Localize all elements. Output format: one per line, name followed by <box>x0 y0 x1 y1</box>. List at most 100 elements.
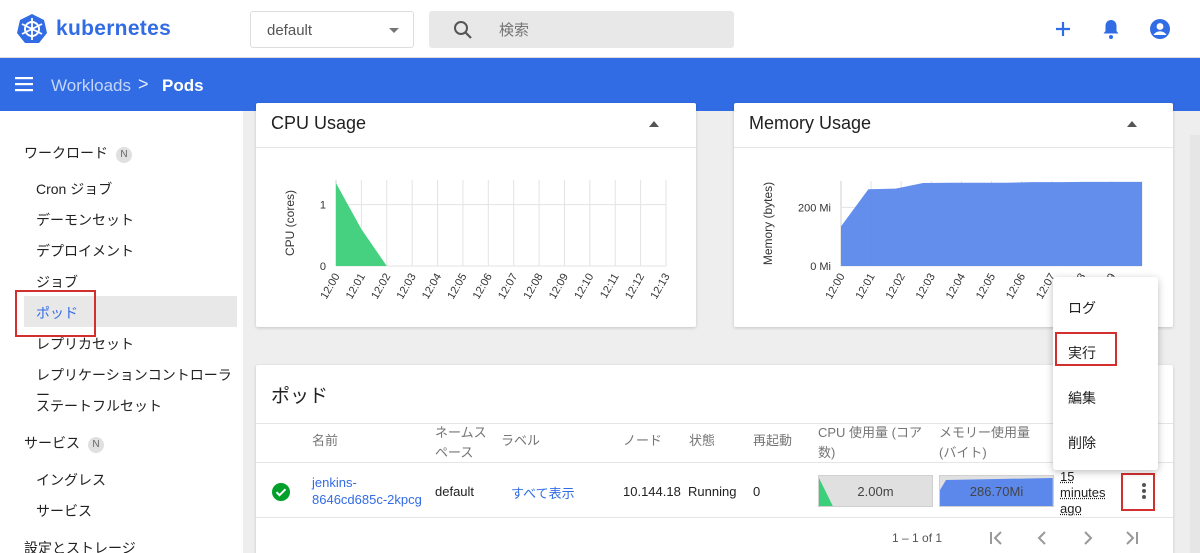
x-tick-label: 12:02 <box>369 272 393 302</box>
plus-icon[interactable] <box>1051 17 1075 41</box>
pod-status: Running <box>688 484 736 499</box>
y-tick-label: 200 Mi <box>798 202 831 214</box>
y-tick-label: 0 Mi <box>810 261 831 273</box>
y-tick-label: 1 <box>320 200 326 212</box>
breadcrumb-workloads[interactable]: Workloads <box>51 76 131 96</box>
pod-node[interactable]: 10.144.18 <box>623 484 683 499</box>
sidebar-item-services[interactable]: サービス <box>36 501 92 521</box>
column-header-cpu: CPU 使用量 (コア数) <box>818 423 928 463</box>
kubernetes-logo-icon[interactable] <box>16 13 48 45</box>
x-tick-label: 12:10 <box>572 272 596 302</box>
x-tick-label: 12:02 <box>884 272 908 302</box>
sidebar-category-label: ワークロード <box>24 145 108 161</box>
sidebar-item-deployments[interactable]: デプロイメント <box>36 241 134 261</box>
cpu-card-title: CPU Usage <box>271 113 366 134</box>
previous-page-icon[interactable] <box>1030 526 1054 550</box>
cpu-chart-grid <box>336 180 666 266</box>
brand-name[interactable]: kubernetes <box>56 17 171 41</box>
pod-name-link[interactable]: jenkins-8646cd685c-2kpcg <box>312 474 430 508</box>
menu-item-logs[interactable]: ログ <box>1068 298 1096 318</box>
check-circle-icon <box>272 483 290 501</box>
x-tick-label: 12:04 <box>944 272 968 302</box>
memory-chart-area <box>841 182 1142 266</box>
menu-item-exec[interactable]: 実行 <box>1068 343 1096 363</box>
y-tick-label: 0 <box>320 261 326 273</box>
sidebar-category-workloads[interactable]: ワークロード N <box>24 143 132 163</box>
cpu-chart-area <box>336 183 666 266</box>
sidebar-item-pods[interactable]: ポッド <box>36 303 78 323</box>
cpu-chart: 0112:00 12:01 12:02 12:03 12:04 12:05 12:06 12:… <box>256 148 696 327</box>
search-input[interactable] <box>499 18 719 42</box>
pod-age: 15 minutes ago <box>1060 469 1114 517</box>
search-box[interactable] <box>429 11 734 48</box>
namespace-badge: N <box>116 147 132 163</box>
x-tick-label: 12:03 <box>914 272 938 302</box>
sidebar-item-statefulsets[interactable]: ステートフルセット <box>36 396 162 416</box>
namespace-select[interactable]: default <box>250 11 414 48</box>
cpu-usage-sparkline: 2.00m <box>818 475 933 507</box>
account-icon[interactable] <box>1148 17 1172 41</box>
column-header-name[interactable]: 名前 <box>312 431 338 451</box>
table-divider <box>256 462 1173 463</box>
pod-namespace: default <box>435 484 474 499</box>
sidebar-item-ingresses[interactable]: イングレス <box>36 470 106 490</box>
scrollbar[interactable] <box>1190 135 1200 553</box>
menu-icon[interactable] <box>14 74 36 94</box>
pods-table-card: ポッド 名前 ネームスペース ラベル ノード 状態 再起動 CPU 使用量 (コ… <box>256 365 1173 553</box>
menu-item-delete[interactable]: 削除 <box>1068 433 1096 453</box>
cpu-usage-value: 2.00m <box>819 484 932 499</box>
sidebar-category-label: サービス <box>24 435 80 451</box>
sidebar-category-services[interactable]: サービス N <box>24 433 104 453</box>
x-tick-label: 12:06 <box>1004 272 1028 302</box>
sidebar-item-cronjobs[interactable]: Cron ジョブ <box>36 179 112 199</box>
next-page-icon[interactable] <box>1076 526 1100 550</box>
memory-usage-sparkline: 286.70Mi <box>939 475 1054 507</box>
x-tick-label: 12:07 <box>496 272 520 302</box>
x-tick-label: 12:03 <box>395 272 419 302</box>
last-page-icon[interactable] <box>1120 526 1144 550</box>
pods-table-title: ポッド <box>271 381 328 408</box>
breadcrumb-pods: Pods <box>162 76 204 96</box>
collapse-icon[interactable] <box>1127 121 1137 127</box>
column-header-namespace[interactable]: ネームスペース <box>435 423 493 463</box>
pagination-range: 1 – 1 of 1 <box>892 531 942 545</box>
first-page-icon[interactable] <box>984 526 1008 550</box>
column-header-node: ノード <box>623 431 662 451</box>
cpu-chart-y-axis-label: CPU (cores) <box>283 190 297 256</box>
cpu-usage-card: CPU Usage 0 1 12:00 12:01 12:02 12:03 12:04 12:… <box>256 103 696 327</box>
x-tick-label: 12:06 <box>471 272 495 302</box>
more-vert-icon[interactable] <box>1133 479 1155 503</box>
search-icon <box>453 20 473 40</box>
x-tick-label: 12:01 <box>854 272 878 302</box>
x-tick-label: 12:00 <box>318 272 342 302</box>
sidebar-item-daemonsets[interactable]: デーモンセット <box>36 210 134 230</box>
breadcrumb-separator: > <box>138 74 149 95</box>
x-tick-label: 12:05 <box>445 272 469 302</box>
collapse-icon[interactable] <box>649 121 659 127</box>
namespace-badge: N <box>88 437 104 453</box>
x-tick-label: 12:11 <box>598 272 622 301</box>
column-header-restarts: 再起動 <box>753 431 792 451</box>
sidebar-item-replicasets[interactable]: レプリカセット <box>36 334 134 354</box>
menu-item-edit[interactable]: 編集 <box>1068 388 1096 408</box>
bell-icon[interactable] <box>1099 17 1123 41</box>
x-tick-label: 12:00 <box>823 272 847 302</box>
x-tick-label: 12:05 <box>974 272 998 302</box>
table-divider <box>256 517 1173 518</box>
column-header-status: 状態 <box>689 431 715 451</box>
sidebar-category-config[interactable]: 設定とストレージ <box>24 538 136 553</box>
sidebar: ワークロード N Cron ジョブ デーモンセット デプロイメント ジョブ ポッド… <box>0 111 243 553</box>
top-toolbar: kubernetes default <box>0 0 1200 58</box>
x-tick-label: 12:01 <box>344 272 368 302</box>
show-all-labels-link[interactable]: すべて表示 <box>511 483 575 502</box>
x-tick-label: 12:13 <box>648 272 672 302</box>
pod-restarts: 0 <box>753 484 760 499</box>
sidebar-item-jobs[interactable]: ジョブ <box>36 272 78 292</box>
column-header-labels: ラベル <box>501 431 540 451</box>
chevron-down-icon <box>389 28 399 33</box>
pod-actions-menu: ログ 実行 編集 削除 <box>1053 277 1158 470</box>
x-tick-label: 12:09 <box>547 272 571 302</box>
memory-chart-y-axis-label: Memory (bytes) <box>761 182 775 265</box>
memory-usage-value: 286.70Mi <box>940 484 1053 499</box>
memory-card-title: Memory Usage <box>749 113 871 134</box>
